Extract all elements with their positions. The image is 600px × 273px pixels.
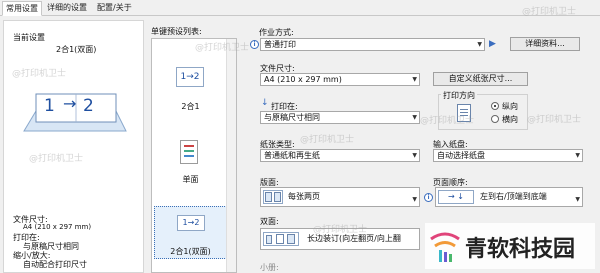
down-arrow-icon: ↓ (261, 98, 269, 108)
preset-item-label: 单面 (182, 175, 199, 184)
tab-bar: 常用设置 详细的设置 配置/关于 (0, 0, 600, 16)
current-settings-subtitle: 2合1(双面) (56, 45, 97, 54)
two-in-one-duplex-icon: 1→2 (177, 215, 205, 231)
watermark-text: @打印机卫士 (313, 225, 368, 235)
two-pages-icon (263, 190, 283, 204)
paper-type-value: 普通纸和再生纸 (264, 151, 320, 160)
orientation-label: 打印方向 (441, 90, 477, 101)
preset-item-single[interactable]: 单面 (154, 138, 227, 188)
single-sided-icon (180, 140, 198, 164)
layout-select[interactable]: 每张两页 ▼ (260, 187, 420, 207)
job-type-value: 普通打印 (264, 40, 296, 49)
preset-item-label: 2合1(双面) (170, 247, 211, 256)
preview-page-1: 1 (44, 96, 55, 116)
chevron-down-icon: ▼ (477, 41, 482, 48)
watermark-text: @打印机卫士 (300, 135, 355, 145)
brand-name: 青软科技园 (465, 237, 576, 262)
paper-type-select[interactable]: 普通纸和再生纸 ▼ (260, 149, 420, 162)
play-arrow-icon: ▶ (489, 39, 496, 49)
print-on-select[interactable]: 与原稿尺寸相同 ▼ (260, 111, 420, 124)
watermark-text: @打印机卫士 (527, 115, 582, 125)
tab-detailed-settings[interactable]: 详细的设置 (44, 1, 92, 16)
job-type-label: 作业方式: (259, 28, 294, 37)
page-order-arrows-icon: → ↓ (438, 190, 474, 204)
chevron-down-icon: ▼ (575, 152, 580, 159)
summary-scale-value: 自动配合打印尺寸 (23, 260, 87, 269)
input-tray-value: 自动选择纸盘 (437, 151, 485, 160)
info-icon[interactable]: i (424, 193, 433, 202)
input-tray-select[interactable]: 自动选择纸盘 ▼ (433, 149, 583, 162)
page-order-value: 左到右/顶端到底端 (480, 192, 547, 201)
booklet-label: 小册: (260, 263, 279, 272)
tab-config-about[interactable]: 配置/关于 (94, 1, 138, 16)
page-order-select[interactable]: → ↓ 左到右/顶端到底端 ▼ (435, 187, 583, 207)
brand-logo-icon (430, 232, 460, 262)
watermark-text: @打印机卫士 (29, 154, 84, 164)
duplex-label: 双面: (260, 217, 279, 226)
watermark-text: @打印机卫士 (522, 7, 577, 17)
landscape-radio[interactable] (491, 115, 499, 123)
preset-item-2in1-duplex[interactable]: 1→2 2合1(双面) (154, 206, 227, 259)
print-on-value: 与原稿尺寸相同 (264, 113, 320, 122)
job-type-select[interactable]: 普通打印 ▼ (260, 38, 485, 51)
paper-size-value: A4 (210 x 297 mm) (264, 75, 342, 84)
current-settings-title: 当前设置 (13, 33, 45, 42)
watermark-text: @打印机卫士 (195, 43, 250, 53)
chevron-down-icon: ▼ (575, 196, 580, 203)
watermark-text: @打印机卫士 (12, 69, 67, 79)
chevron-down-icon: ▼ (412, 76, 417, 83)
watermark-text: @打印机卫士 (420, 116, 475, 126)
chevron-down-icon: ▼ (412, 114, 417, 121)
preview-arrow-icon: → (63, 94, 77, 113)
preset-item-2in1[interactable]: 1→2 2合1 (154, 65, 227, 125)
brand-logo: 青软科技园 (425, 223, 595, 269)
preset-list-scrollbar[interactable] (226, 39, 236, 272)
current-settings-panel: 当前设置 2合1(双面) 1 → 2 @打印机卫士 @打印机卫士 文件尺寸: A… (3, 20, 144, 273)
portrait-label: 纵向 (502, 102, 518, 111)
paper-size-select[interactable]: A4 (210 x 297 mm) ▼ (260, 73, 420, 86)
two-in-one-icon: 1→2 (176, 67, 204, 87)
duplex-binding-icon (263, 232, 299, 246)
preset-list[interactable]: 1→2 2合1 单面 1→2 2合1(双面) (151, 38, 237, 273)
preview-page-2: 2 (83, 96, 94, 116)
tab-common-settings[interactable]: 常用设置 (2, 1, 42, 16)
summary-paper-size-value: A4 (210 x 297 mm) (23, 223, 92, 231)
portrait-radio[interactable] (491, 102, 499, 110)
custom-paper-size-button[interactable]: 自定义纸张尺寸... (433, 72, 528, 86)
preset-item-label: 2合1 (181, 102, 200, 111)
details-button[interactable]: 详细资料... (510, 37, 580, 51)
landscape-label: 横向 (502, 115, 518, 124)
chevron-down-icon: ▼ (412, 196, 417, 203)
preset-list-label: 单键预设列表: (151, 27, 202, 36)
info-icon[interactable]: i (250, 40, 259, 49)
layout-value: 每张两页 (288, 192, 320, 201)
chevron-down-icon: ▼ (412, 152, 417, 159)
